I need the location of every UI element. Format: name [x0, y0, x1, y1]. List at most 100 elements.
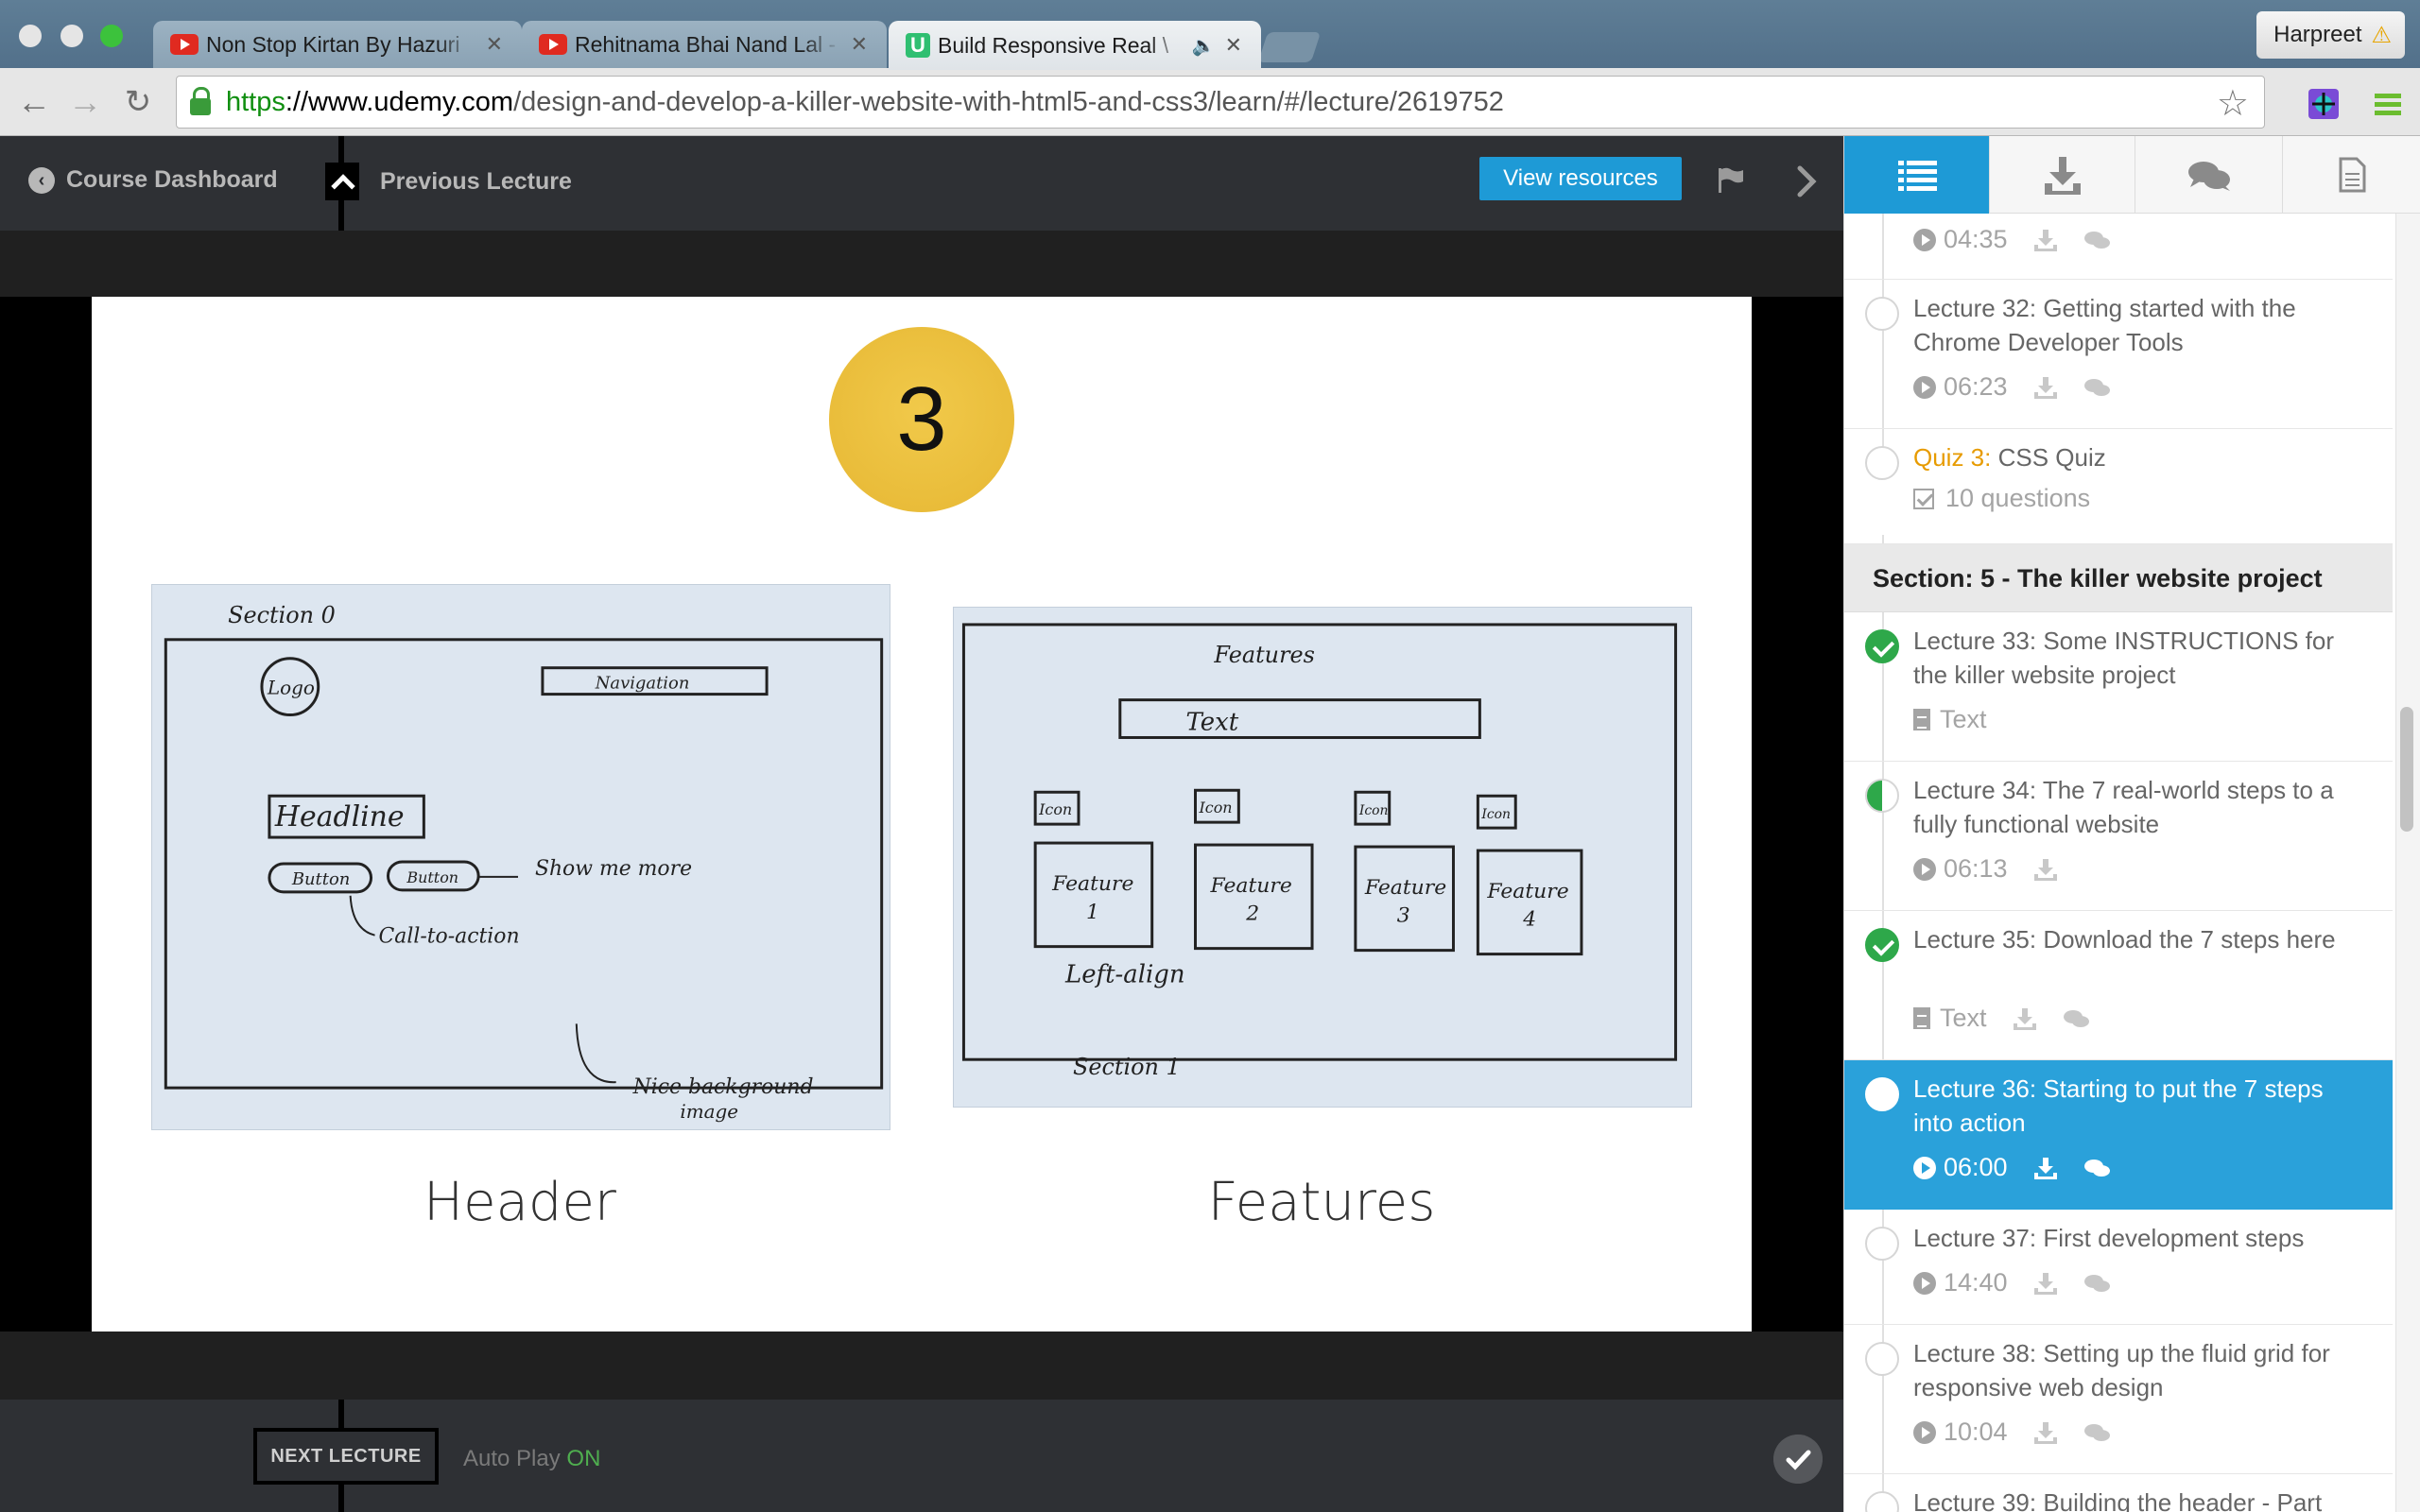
lecture-duration: 04:35: [1944, 225, 2008, 253]
comments-icon[interactable]: [2083, 228, 2110, 252]
window-zoom-button[interactable]: [100, 25, 123, 47]
svg-text:Button: Button: [291, 869, 350, 889]
menu-icon[interactable]: [2371, 87, 2405, 121]
download-icon[interactable]: [2032, 375, 2059, 400]
lecture-title: Lecture 34: The 7 real-world steps to a …: [1913, 776, 2334, 838]
tab-notes[interactable]: [2283, 136, 2420, 214]
section-header[interactable]: Section: 5 - The killer website project: [1844, 544, 2393, 612]
svg-text:Headline: Headline: [274, 800, 405, 833]
forward-arrow-icon[interactable]: →: [64, 81, 106, 123]
lecture-item[interactable]: Lecture 34: The 7 real-world steps to a …: [1844, 762, 2393, 911]
lecture-item-current[interactable]: Lecture 36: Starting to put the 7 steps …: [1844, 1060, 2393, 1210]
tab-curriculum[interactable]: [1844, 136, 1990, 214]
sidebar-scrollbar-thumb[interactable]: [2400, 707, 2413, 832]
comments-icon[interactable]: [2083, 1420, 2110, 1445]
lecture-meta: 06:00: [1913, 1153, 2110, 1182]
tab-downloads[interactable]: [1990, 136, 2135, 214]
lecture-duration: 06:13: [1944, 854, 2008, 883]
previous-lecture-button[interactable]: [325, 163, 359, 200]
comments-icon[interactable]: [2083, 375, 2110, 400]
sidebar-scrollbar[interactable]: [2395, 214, 2420, 1512]
checkbox-icon: [1913, 488, 1934, 509]
progress-circle: [1865, 1077, 1899, 1111]
play-icon: [1913, 857, 1936, 881]
lecture-title: Lecture 37: First development steps: [1913, 1224, 2305, 1252]
tab-close-icon[interactable]: ✕: [851, 32, 868, 57]
lecture-title: Lecture 35: Download the 7 steps here: [1913, 925, 2336, 954]
svg-text:Logo: Logo: [267, 678, 315, 699]
tab-close-icon[interactable]: ✕: [486, 32, 503, 57]
lecture-item[interactable]: Lecture 38: Setting up the fluid grid fo…: [1844, 1325, 2393, 1474]
lecture-item[interactable]: Lecture 35: Download the 7 steps here Te…: [1844, 911, 2393, 1060]
features-caption: Features: [1207, 1172, 1436, 1233]
view-resources-button[interactable]: View resources: [1479, 157, 1682, 200]
back-arrow-icon[interactable]: ←: [13, 81, 55, 123]
lecture-meta: 04:35: [1913, 225, 2110, 254]
quiz-meta: 10 questions: [1913, 484, 2090, 513]
youtube-icon: [170, 34, 199, 55]
lecture-item[interactable]: 04:35: [1844, 214, 2393, 280]
next-lecture-button[interactable]: NEXT LECTURE: [253, 1428, 439, 1485]
flag-icon[interactable]: [1717, 166, 1745, 193]
bookmark-star-icon[interactable]: ☆: [2217, 82, 2249, 125]
download-icon[interactable]: [2032, 1156, 2059, 1180]
lecture-duration: 06:00: [1944, 1153, 2008, 1181]
svg-text:Show me more: Show me more: [535, 857, 692, 881]
header-caption: Header: [424, 1172, 616, 1233]
download-icon[interactable]: [2032, 1271, 2059, 1296]
comments-icon[interactable]: [2063, 1006, 2089, 1031]
quiz-item[interactable]: Quiz 3: CSS Quiz 10 questions: [1844, 429, 2393, 544]
svg-text:Call-to-action: Call-to-action: [379, 925, 520, 949]
tab-discussions[interactable]: [2135, 136, 2283, 214]
youtube-icon: [539, 34, 567, 55]
document-icon: [1913, 709, 1930, 730]
lecture-item[interactable]: Lecture 32: Getting started with the Chr…: [1844, 280, 2393, 429]
autoplay-toggle[interactable]: Auto Play ON: [463, 1446, 600, 1472]
download-icon[interactable]: [2032, 857, 2059, 882]
lecture-duration: 06:23: [1944, 372, 2008, 401]
download-icon[interactable]: [2032, 1420, 2059, 1445]
speaker-icon[interactable]: 🔈: [1192, 34, 1216, 58]
lecture-duration: 14:40: [1944, 1268, 2008, 1297]
profile-button[interactable]: Harpreet ⚠: [2256, 11, 2405, 59]
download-icon[interactable]: [2012, 1006, 2038, 1031]
tab-close-icon[interactable]: ✕: [1225, 33, 1242, 58]
new-tab-button[interactable]: [1257, 32, 1322, 62]
video-bottom-bar: [0, 1332, 1843, 1400]
lecture-item[interactable]: Lecture 39: Building the header - Part: [1844, 1474, 2393, 1512]
video-top-bar: [0, 231, 1843, 297]
lecture-title: Lecture 36: Starting to put the 7 steps …: [1913, 1074, 2324, 1137]
reload-icon[interactable]: ↻: [117, 81, 159, 123]
extension-icon[interactable]: [2307, 87, 2341, 121]
partial-progress-icon: [1865, 779, 1899, 813]
comments-icon[interactable]: [2083, 1156, 2110, 1180]
window-close-button[interactable]: [19, 25, 42, 47]
window-minimize-button[interactable]: [60, 25, 83, 47]
lecture-meta: 14:40: [1913, 1268, 2110, 1297]
previous-lecture-label[interactable]: Previous Lecture: [380, 168, 572, 196]
browser-tab[interactable]: Non Stop Kirtan By Hazuri ✕: [153, 21, 522, 68]
download-icon[interactable]: [2032, 228, 2059, 252]
quiz-title: Quiz 3: CSS Quiz: [1913, 440, 2358, 474]
lecture-title: Lecture 32: Getting started with the Chr…: [1913, 294, 2296, 356]
comments-icon[interactable]: [2083, 1271, 2110, 1296]
autoplay-state: ON: [566, 1446, 601, 1471]
address-bar[interactable]: https://www.udemy.com/design-and-develop…: [176, 76, 2265, 129]
curriculum-sidebar: 04:35 Lecture 32: Getting started with t…: [1843, 136, 2420, 1512]
chevron-left-icon: ‹: [28, 166, 55, 194]
svg-text:Left-align: Left-align: [1064, 960, 1185, 988]
svg-text:Navigation: Navigation: [595, 674, 690, 694]
course-dashboard-link[interactable]: ‹ Course Dashboard: [28, 166, 278, 194]
lecture-type: Text: [1940, 705, 1987, 733]
chevron-right-icon[interactable]: [1792, 163, 1821, 200]
tab-title: Non Stop Kirtan By Hazuri: [206, 31, 460, 57]
browser-tab-active[interactable]: U Build Responsive Real \ 🔈 ✕: [889, 21, 1261, 70]
quiz-label: Quiz 3:: [1913, 443, 1992, 472]
browser-tab[interactable]: Rehitnama Bhai Nand Lal - ✕: [522, 21, 887, 68]
mark-complete-button[interactable]: [1773, 1435, 1823, 1484]
lecture-item[interactable]: Lecture 33: Some INSTRUCTIONS for the ki…: [1844, 612, 2393, 762]
sidebar-tabs: [1844, 136, 2420, 214]
lecture-item[interactable]: Lecture 37: First development steps 14:4…: [1844, 1210, 2393, 1325]
lecture-meta: 06:13: [1913, 854, 2059, 884]
svg-text:Icon: Icon: [1038, 800, 1072, 818]
